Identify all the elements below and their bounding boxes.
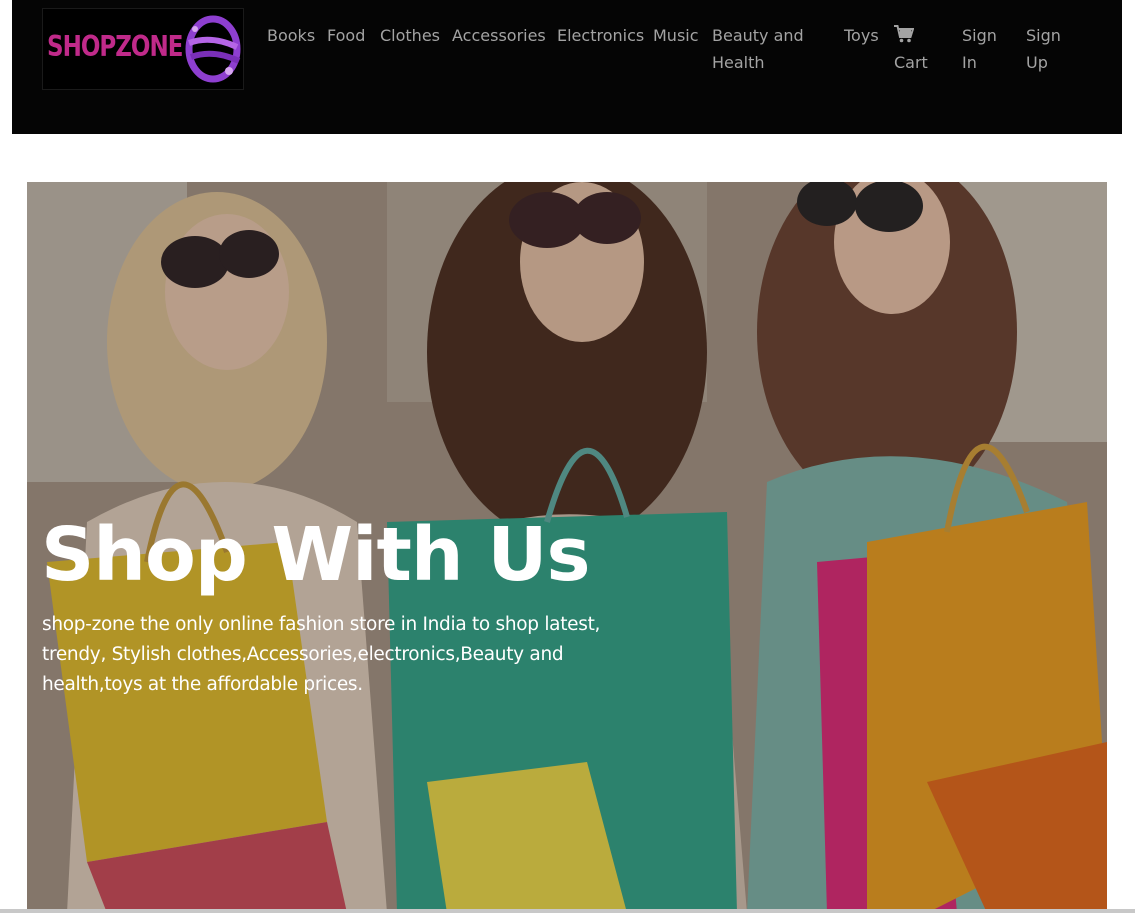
nav-books[interactable]: Books — [267, 22, 315, 49]
nav-sign-up[interactable]: Sign Up — [1026, 22, 1070, 76]
nav-sign-in[interactable]: Sign In — [962, 22, 1006, 76]
nav-electronics[interactable]: Electronics — [557, 22, 644, 49]
hero-banner: Shop With Us shop-zone the only online f… — [27, 182, 1107, 913]
nav-cart[interactable]: Cart — [894, 22, 928, 76]
logo-swirl-icon — [185, 15, 241, 83]
nav-music[interactable]: Music — [653, 22, 699, 49]
bottom-strip — [0, 909, 1135, 913]
navbar: SHOPZONE Books Food Clothes Accessories … — [12, 0, 1122, 134]
shopzone-logo[interactable]: SHOPZONE — [42, 8, 244, 90]
nav-toys[interactable]: Toys — [844, 22, 879, 49]
nav-food[interactable]: Food — [327, 22, 365, 49]
hero-title: Shop With Us — [41, 512, 590, 598]
nav-accessories[interactable]: Accessories — [452, 22, 546, 49]
logo-text: SHOPZONE — [47, 31, 183, 64]
nav-clothes[interactable]: Clothes — [380, 22, 440, 49]
hero-description: shop-zone the only online fashion store … — [42, 614, 601, 695]
nav-cart-label: Cart — [894, 53, 928, 72]
nav-beauty-and-health[interactable]: Beauty and Health — [712, 22, 820, 76]
cart-icon — [894, 25, 914, 43]
